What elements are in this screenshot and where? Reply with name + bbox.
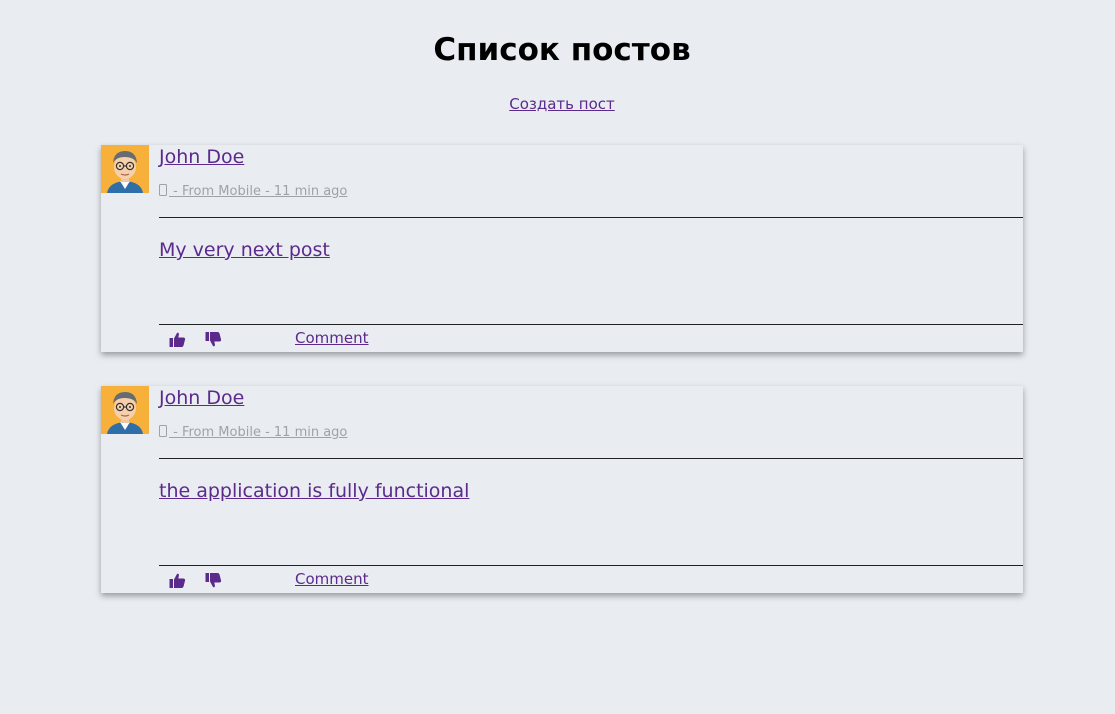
comment-link[interactable]: Comment: [295, 329, 369, 347]
post-meta-text: - From Mobile - 11 min ago: [169, 425, 348, 440]
post-meta[interactable]: - From Mobile - 11 min ago: [159, 184, 347, 199]
avatar-image: [101, 145, 149, 193]
thumbs-down-icon[interactable]: [205, 573, 222, 588]
mobile-phone-icon: [159, 425, 167, 437]
divider: [159, 565, 1023, 566]
avatar[interactable]: [101, 145, 149, 193]
post-body-link[interactable]: the application is fully functional: [159, 480, 469, 502]
thumbs-down-icon[interactable]: [205, 332, 222, 347]
create-post-link[interactable]: Создать пост: [509, 95, 615, 113]
divider: [159, 324, 1023, 325]
divider: [159, 458, 1023, 459]
avatar[interactable]: [101, 386, 149, 434]
mobile-phone-icon: [159, 184, 167, 196]
post-author-link[interactable]: John Doe: [159, 387, 244, 409]
post-meta[interactable]: - From Mobile - 11 min ago: [159, 425, 347, 440]
comment-link[interactable]: Comment: [295, 570, 369, 588]
avatar-image: [101, 386, 149, 434]
post-body-link[interactable]: My very next post: [159, 239, 330, 261]
post-card: John Doe - From Mobile - 11 min ago My v…: [101, 145, 1023, 352]
post-card: John Doe - From Mobile - 11 min ago the …: [101, 386, 1023, 593]
thumbs-up-icon[interactable]: [169, 332, 186, 347]
post-author-link[interactable]: John Doe: [159, 146, 244, 168]
page-title: Список постов: [433, 32, 691, 68]
divider: [159, 217, 1023, 218]
thumbs-up-icon[interactable]: [169, 573, 186, 588]
post-meta-text: - From Mobile - 11 min ago: [169, 184, 348, 199]
